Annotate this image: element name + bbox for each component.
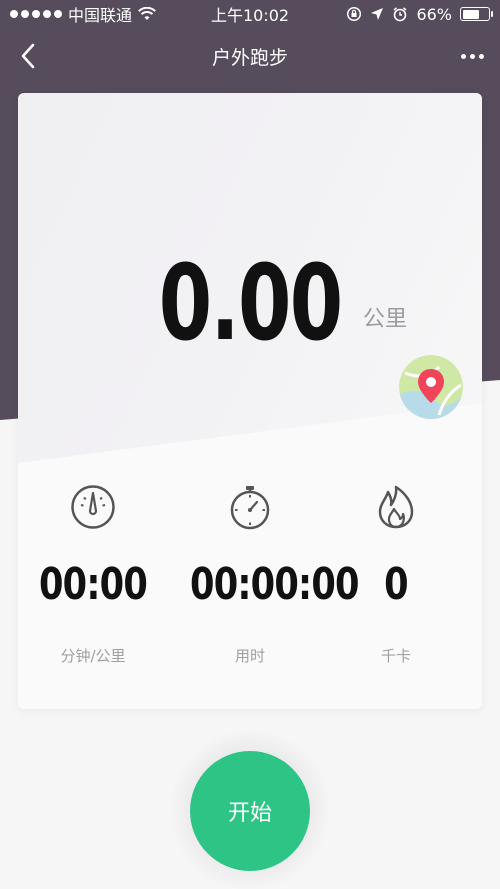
status-bar: 中国联通 上午10:02 66% (0, 0, 500, 28)
speedometer-icon (71, 485, 115, 529)
duration-stat: 00:00:00 用时 (175, 483, 360, 665)
carrier-name: 中国联通 (68, 6, 133, 25)
pace-value: 00:00 (38, 559, 148, 610)
pace-label: 分钟/公里 (60, 647, 126, 665)
signal-icon (10, 10, 62, 18)
alarm-icon (393, 7, 407, 22)
battery-fill (462, 9, 479, 19)
stopwatch-icon (230, 486, 270, 530)
back-button[interactable] (12, 40, 44, 72)
duration-value: 00:00:00 (190, 559, 360, 610)
battery-percent: 66% (416, 4, 452, 24)
calories-label: 千卡 (380, 647, 411, 665)
chevron-left-icon (21, 43, 35, 69)
location-arrow-icon (371, 8, 384, 20)
more-dot-icon (469, 53, 475, 59)
more-dot-icon (460, 53, 466, 59)
flame-icon (378, 485, 414, 529)
battery-icon (460, 7, 493, 21)
pace-stat: 00:00 分钟/公里 (18, 483, 168, 665)
run-summary-card: 0.00 公里 00:00 分钟/公里 00:00:00 用时 0 千卡 (18, 93, 482, 709)
duration-label: 用时 (234, 647, 265, 665)
distance-unit: 公里 (363, 307, 408, 332)
page-title: 户外跑步 (211, 46, 288, 69)
start-button[interactable]: 开始 (190, 751, 310, 871)
calories-value: 0 (384, 559, 409, 610)
rotation-lock-icon (347, 6, 362, 22)
wifi-icon (138, 7, 156, 20)
more-button[interactable] (456, 40, 488, 72)
map-button[interactable] (399, 355, 463, 419)
map-pin-icon (399, 355, 463, 419)
nav-bar: 户外跑步 (0, 28, 500, 84)
more-dot-icon (478, 53, 484, 59)
calories-stat: 0 千卡 (321, 483, 471, 665)
